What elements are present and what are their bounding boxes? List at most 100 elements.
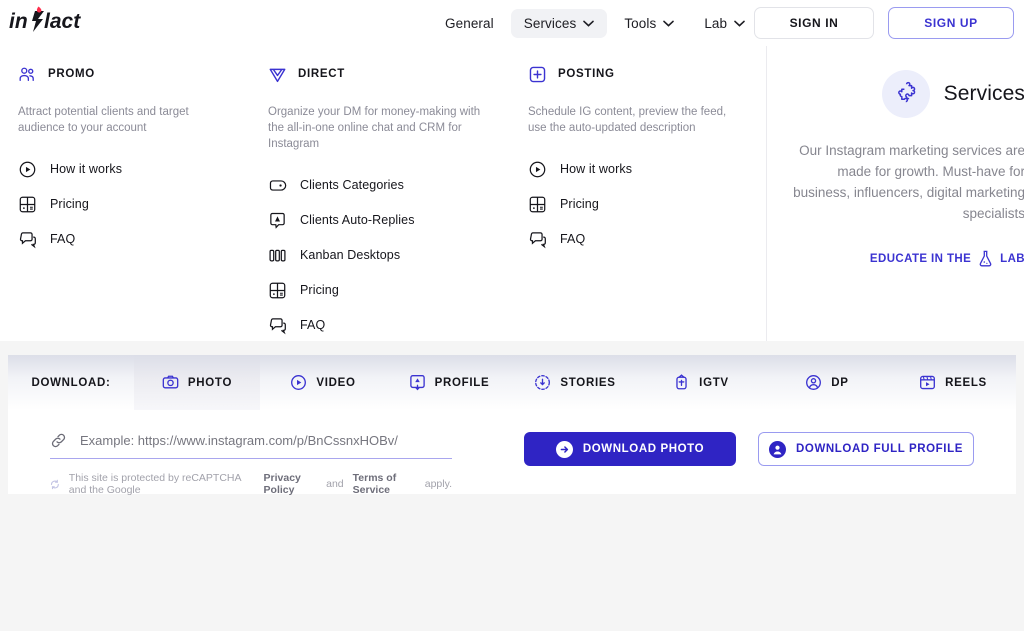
link-label: FAQ — [50, 232, 76, 246]
educate-in-the-lab-link[interactable]: EDUCATE IN THE LAB — [870, 250, 1024, 267]
nav-item-tools[interactable]: Tools — [611, 9, 687, 38]
nav-label: Services — [523, 15, 577, 31]
link-how-it-works[interactable]: How it works — [528, 158, 766, 180]
download-photo-button[interactable]: DOWNLOAD PHOTO — [524, 432, 736, 466]
link-pricing[interactable]: Pricing — [528, 193, 766, 215]
sign-in-button[interactable]: SIGN IN — [754, 7, 874, 39]
mega-columns: PROMO Attract potential clients and targ… — [0, 46, 766, 341]
column-description: Organize your DM for money-making with t… — [268, 106, 481, 150]
url-field-wrapper: This site is protected by reCAPTCHA and … — [50, 432, 452, 496]
site-header: in lact General Services Tools Lab SIGN … — [0, 0, 1024, 46]
download-panel: DOWNLOAD: PHOTO VIDEO PROFILE STORIES IG… — [8, 355, 1016, 496]
tab-label: PROFILE — [434, 376, 490, 389]
arrow-right-circle-icon — [555, 440, 573, 458]
chat-faq-icon — [19, 231, 36, 248]
svg-text:lact: lact — [44, 10, 81, 33]
link-pricing[interactable]: Pricing — [268, 279, 518, 301]
tab-stories[interactable]: STORIES — [512, 355, 638, 410]
link-label: How it works — [560, 162, 633, 176]
grid-price-icon — [19, 196, 36, 212]
column-links: How it works Pricing FAQ — [18, 158, 260, 250]
main-nav: General Services Tools Lab — [432, 0, 758, 46]
educate-link-pre: EDUCATE IN THE — [869, 252, 972, 265]
column-header: DIRECT — [268, 64, 518, 84]
link-pricing[interactable]: Pricing — [18, 193, 260, 215]
sign-up-button[interactable]: SIGN UP — [888, 7, 1014, 39]
link-label: Kanban Desktops — [300, 248, 401, 262]
link-clients-categories[interactable]: Clients Categories — [268, 174, 518, 196]
tag-icon — [269, 179, 287, 191]
column-description: Schedule IG content, preview the feed, u… — [528, 106, 727, 134]
tab-profile[interactable]: PROFILE — [386, 355, 512, 410]
camera-icon — [162, 375, 179, 389]
button-label: DOWNLOAD FULL PROFILE — [796, 443, 963, 455]
tab-label: DOWNLOAD: — [31, 376, 111, 389]
mega-column-promo: PROMO Attract potential clients and targ… — [0, 46, 260, 341]
download-form: This site is protected by reCAPTCHA and … — [8, 410, 1016, 496]
auto-reply-icon — [270, 212, 285, 229]
column-title: PROMO — [48, 68, 95, 80]
column-links: How it works Pricing FAQ — [528, 158, 766, 250]
mega-column-posting: POSTING Schedule IG content, preview the… — [518, 46, 766, 341]
tab-label: PHOTO — [187, 376, 233, 389]
download-section: DOWNLOAD: PHOTO VIDEO PROFILE STORIES IG… — [0, 355, 1024, 496]
button-label: DOWNLOAD PHOTO — [582, 443, 705, 455]
link-faq[interactable]: FAQ — [528, 228, 766, 250]
link-how-it-works[interactable]: How it works — [18, 158, 260, 180]
nav-item-lab[interactable]: Lab — [691, 9, 758, 38]
tab-video[interactable]: VIDEO — [260, 355, 386, 410]
link-label: Pricing — [50, 197, 89, 211]
column-title: DIRECT — [298, 68, 346, 80]
link-kanban-desktops[interactable]: Kanban Desktops — [268, 244, 518, 266]
auth-buttons: SIGN IN SIGN UP — [754, 0, 1014, 46]
link-label: How it works — [50, 162, 123, 176]
plus-square-icon — [529, 66, 546, 82]
tab-igtv[interactable]: IGTV — [638, 355, 764, 410]
play-circle-icon — [19, 161, 36, 177]
link-clients-auto-replies[interactable]: Clients Auto-Replies — [268, 209, 518, 231]
nav-label: Lab — [704, 15, 728, 31]
side-panel-description: Our Instagram marketing services are mad… — [793, 143, 1024, 221]
link-label: Pricing — [560, 197, 599, 211]
tab-label: IGTV — [699, 376, 729, 389]
url-input[interactable] — [80, 433, 452, 448]
link-label: FAQ — [560, 232, 586, 246]
tab-label: VIDEO — [316, 376, 356, 389]
terms-of-service-link[interactable]: Terms of Service — [353, 472, 416, 496]
nav-item-services[interactable]: Services — [510, 8, 608, 38]
nav-item-general[interactable]: General — [432, 9, 507, 38]
user-circle-icon — [806, 375, 822, 390]
services-mega-menu: PROMO Attract potential clients and targ… — [0, 46, 1024, 341]
recaptcha-text-mid: and — [326, 478, 344, 490]
link-faq[interactable]: FAQ — [18, 228, 260, 250]
people-icon — [19, 67, 34, 81]
link-faq[interactable]: FAQ — [268, 314, 518, 336]
stories-icon — [535, 375, 551, 390]
flask-icon — [979, 250, 992, 267]
tab-photo[interactable]: PHOTO — [134, 355, 260, 410]
link-label: FAQ — [300, 318, 326, 332]
puzzle-icon-badge — [881, 70, 930, 118]
link-label: Clients Categories — [300, 178, 404, 192]
column-header: PROMO — [18, 64, 260, 84]
column-links: Clients Categories Clients Auto-Replies … — [268, 174, 518, 336]
chevron-down-icon — [734, 20, 745, 27]
grid-price-icon — [529, 196, 546, 212]
link-label: Pricing — [300, 283, 339, 297]
chevron-down-icon — [663, 20, 675, 27]
inflact-logo[interactable]: in lact — [8, 4, 118, 38]
nav-label: General — [445, 15, 494, 31]
download-full-profile-button[interactable]: DOWNLOAD FULL PROFILE — [758, 432, 974, 466]
mega-column-direct: DIRECT Organize your DM for money-making… — [260, 46, 518, 341]
tab-dp[interactable]: DP — [764, 355, 890, 410]
privacy-policy-link[interactable]: Privacy Policy — [264, 472, 318, 496]
tab-label: DP — [831, 376, 849, 389]
url-field-row — [50, 432, 452, 459]
play-circle-icon — [291, 375, 307, 390]
profile-download-icon — [409, 375, 425, 391]
tab-reels[interactable]: REELS — [890, 355, 1016, 410]
puzzle-icon — [897, 81, 915, 103]
chevron-down-icon — [583, 20, 595, 27]
recaptcha-icon — [50, 479, 59, 489]
recaptcha-text-after: apply. — [424, 478, 452, 490]
